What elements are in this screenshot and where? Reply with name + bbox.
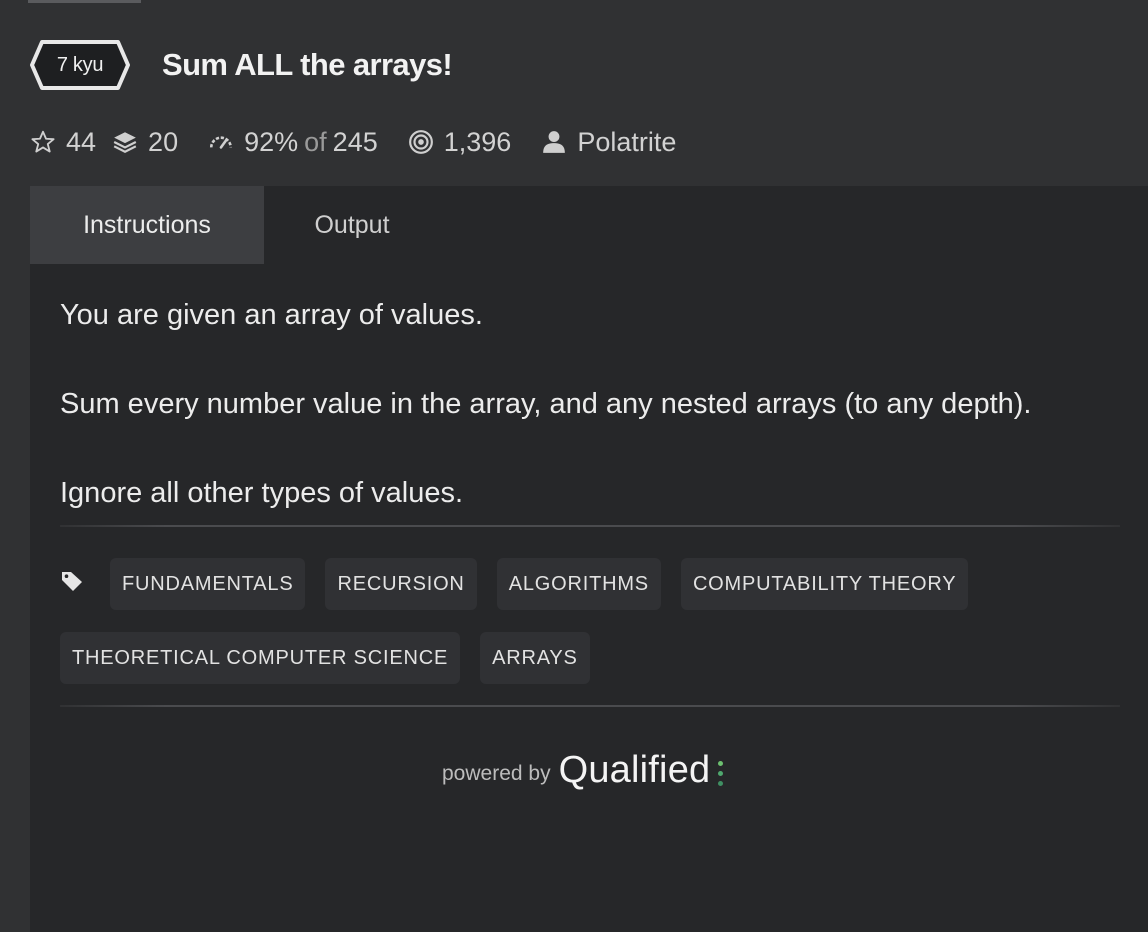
tab-instructions[interactable]: Instructions [30, 186, 264, 264]
stars-stat[interactable]: 44 [30, 127, 96, 158]
top-tab-indicator [28, 0, 141, 3]
collections-count: 20 [148, 126, 179, 157]
rank-label: 7 kyu [56, 53, 104, 76]
author-stat[interactable]: Polatrite [541, 127, 676, 158]
divider [60, 705, 1120, 707]
kata-panel: Instructions Output You are given an arr… [30, 186, 1148, 932]
target-icon [408, 130, 433, 154]
completions-count: 1,396 [443, 126, 512, 157]
satisfaction-percent: 92% [244, 126, 299, 157]
tags-row: THEORETICAL COMPUTER SCIENCE ARRAYS [60, 632, 610, 684]
description-paragraph: Ignore all other types of values. [60, 477, 464, 509]
completions-stat: 1,396 [408, 126, 512, 158]
tag-theoretical-computer-science[interactable]: THEORETICAL COMPUTER SCIENCE [60, 632, 461, 684]
tags-row: FUNDAMENTALS RECURSION ALGORITHMS COMPUT… [60, 558, 988, 610]
tag-icon [60, 558, 110, 610]
author-name[interactable]: Polatrite [577, 127, 676, 158]
powered-by-label: powered by [442, 762, 551, 785]
tag-computability-theory[interactable]: COMPUTABILITY THEORY [680, 558, 969, 610]
tag-arrays[interactable]: ARRAYS [480, 632, 590, 684]
gauge-icon [210, 136, 233, 149]
satisfaction-of: of [304, 126, 327, 157]
tag-fundamentals[interactable]: FUNDAMENTALS [110, 558, 306, 610]
divider [60, 525, 1120, 527]
powered-by-qualified[interactable]: powered by Qualified [442, 742, 724, 792]
tag-algorithms[interactable]: ALGORITHMS [496, 558, 661, 610]
stars-count: 44 [66, 126, 97, 157]
satisfaction-votes: 245 [332, 126, 378, 157]
layers-icon [113, 132, 137, 153]
rank-badge: 7 kyu [28, 38, 132, 92]
star-outline-icon [31, 130, 55, 153]
description-paragraph: Sum every number value in the array, and… [60, 388, 1032, 420]
kata-page: 7 kyu Sum ALL the arrays! 44 20 92% of 2… [0, 0, 1148, 932]
collections-stat[interactable]: 20 [112, 127, 178, 158]
kata-title: Sum ALL the arrays! [162, 47, 453, 82]
description-paragraph: You are given an array of values. [60, 299, 483, 331]
user-icon [543, 131, 566, 153]
kata-stats: 44 20 92% of 245 1,396 Polatrite [30, 120, 706, 164]
panel-tabs: Instructions Output [30, 186, 440, 264]
qualified-logo: Qualified [558, 749, 711, 791]
satisfaction-stat: 92% of 245 [208, 127, 378, 158]
kata-header: 7 kyu Sum ALL the arrays! [28, 38, 453, 92]
tab-output[interactable]: Output [264, 186, 440, 264]
tag-recursion[interactable]: RECURSION [325, 558, 477, 610]
qualified-dots-icon [718, 761, 724, 792]
